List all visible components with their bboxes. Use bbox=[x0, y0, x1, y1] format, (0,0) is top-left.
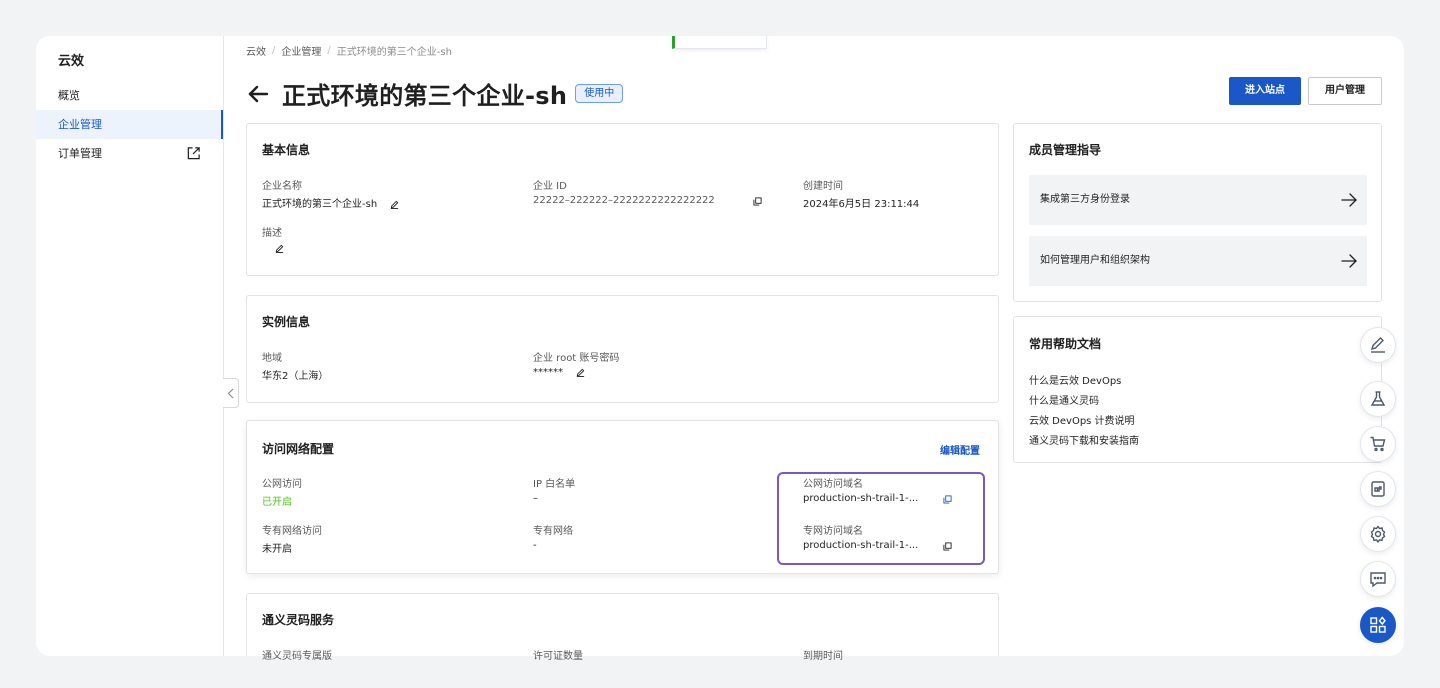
back-arrow-icon[interactable] bbox=[246, 82, 270, 106]
doc-link-lingma[interactable]: 什么是通义灵码 bbox=[1029, 392, 1099, 407]
public-access-label: 公网访问 bbox=[262, 479, 302, 490]
card-title: 基本信息 bbox=[262, 143, 311, 157]
sidebar-item-orders[interactable]: 订单管理 bbox=[36, 139, 223, 168]
enterprise-name-value: 正式环境的第三个企业-sh bbox=[262, 195, 399, 210]
license-count-label: 许可证数量 bbox=[533, 651, 583, 662]
breadcrumb: 云效 / 企业管理 / 正式环境的第三个企业-sh bbox=[246, 43, 452, 58]
public-access-value: 已开启 bbox=[262, 497, 292, 508]
breadcrumb-current: 正式环境的第三个企业-sh bbox=[336, 47, 452, 58]
page-header: 正式环境的第三个企业-sh 使用中 bbox=[246, 76, 624, 111]
vpc-value: - bbox=[533, 540, 537, 551]
enterprise-name-label: 企业名称 bbox=[262, 181, 302, 192]
ip-whitelist-label: IP 白名单 bbox=[533, 479, 576, 490]
gear-icon bbox=[1370, 525, 1386, 543]
card-title: 访问网络配置 bbox=[262, 442, 335, 456]
arrow-right-icon bbox=[1341, 193, 1357, 207]
lingma-edition-label: 通义灵码专属版 bbox=[262, 651, 332, 662]
root-password-value: ****** bbox=[533, 367, 585, 378]
api-tool-button[interactable] bbox=[1360, 471, 1396, 507]
vpc-access-value: 未开启 bbox=[262, 544, 292, 555]
edit-icon[interactable] bbox=[275, 244, 284, 253]
doc-link-devops[interactable]: 什么是云效 DevOps bbox=[1029, 372, 1121, 387]
vpc-access-label: 专有网络访问 bbox=[262, 526, 322, 537]
breadcrumb-separator: / bbox=[272, 45, 276, 56]
cart-icon bbox=[1370, 436, 1386, 452]
card-title: 成员管理指导 bbox=[1029, 143, 1102, 157]
flask-icon bbox=[1370, 391, 1386, 406]
edit-icon[interactable] bbox=[390, 200, 399, 209]
enterprise-name-text: 正式环境的第三个企业-sh bbox=[262, 199, 378, 210]
enter-site-button[interactable]: 进入站点 bbox=[1229, 77, 1301, 105]
feedback-tool-button[interactable] bbox=[1360, 561, 1396, 597]
doc-link-billing[interactable]: 云效 DevOps 计费说明 bbox=[1029, 412, 1135, 427]
description-label: 描述 bbox=[262, 228, 282, 239]
basic-info-card: 基本信息 企业名称 正式环境的第三个企业-sh 企业 ID 22222–2222… bbox=[246, 123, 999, 276]
domain-highlight-box bbox=[777, 472, 985, 565]
region-value: 华东2（上海） bbox=[262, 371, 329, 382]
api-icon bbox=[1371, 481, 1385, 497]
created-time-value: 2024年6月5日 23:11:44 bbox=[803, 199, 920, 210]
external-link-icon[interactable] bbox=[186, 146, 201, 161]
card-title: 实例信息 bbox=[262, 315, 311, 329]
sidebar-item-overview[interactable]: 概览 bbox=[36, 81, 223, 110]
edit-icon bbox=[1370, 337, 1385, 353]
sidebar-title: 云效 bbox=[58, 54, 85, 69]
edit-tool-button[interactable] bbox=[1360, 327, 1396, 363]
created-time-label: 创建时间 bbox=[803, 181, 843, 192]
card-title: 通义灵码服务 bbox=[262, 613, 335, 627]
copy-icon[interactable] bbox=[753, 197, 762, 206]
cart-tool-button[interactable] bbox=[1360, 426, 1396, 462]
card-title: 常用帮助文档 bbox=[1029, 337, 1102, 351]
lingma-service-card: 通义灵码服务 通义灵码专属版 许可证数量 到期时间 bbox=[246, 593, 999, 662]
sidebar-item-label: 订单管理 bbox=[58, 147, 102, 160]
doc-link-download[interactable]: 通义灵码下载和安装指南 bbox=[1029, 432, 1139, 447]
enterprise-id-value: 22222–222222–2222222222222222 bbox=[533, 195, 715, 206]
sidebar-collapse-toggle[interactable] bbox=[223, 378, 239, 408]
enterprise-id-label: 企业 ID bbox=[533, 181, 567, 192]
expiry-time-label: 到期时间 bbox=[803, 651, 843, 662]
chevron-left-icon bbox=[227, 388, 234, 398]
arrow-right-icon bbox=[1341, 254, 1357, 268]
breadcrumb-item-enterprise[interactable]: 企业管理 bbox=[281, 43, 321, 58]
edit-icon[interactable] bbox=[576, 368, 585, 377]
help-docs-card: 常用帮助文档 什么是云效 DevOps 什么是通义灵码 云效 DevOps 计费… bbox=[1013, 316, 1382, 463]
root-password-text: ****** bbox=[533, 367, 563, 378]
apps-tool-button[interactable] bbox=[1360, 607, 1396, 643]
sidebar-item-enterprise[interactable]: 企业管理 bbox=[36, 110, 223, 139]
region-label: 地域 bbox=[262, 353, 282, 364]
breadcrumb-item-yunxiao[interactable]: 云效 bbox=[246, 43, 266, 58]
apps-icon bbox=[1370, 616, 1386, 633]
guide-item-third-party-login[interactable]: 集成第三方身份登录 bbox=[1029, 175, 1367, 225]
status-badge: 使用中 bbox=[575, 84, 624, 103]
guide-item-label: 如何管理用户和组织架构 bbox=[1040, 255, 1150, 266]
toast-notification bbox=[672, 36, 767, 49]
lab-tool-button[interactable] bbox=[1360, 381, 1396, 417]
edit-config-link[interactable]: 编辑配置 bbox=[940, 442, 980, 457]
vpc-label: 专有网络 bbox=[533, 526, 573, 537]
page-title: 正式环境的第三个企业-sh bbox=[282, 82, 568, 110]
ip-whitelist-value: – bbox=[533, 493, 538, 504]
sidebar: 云效 概览 企业管理 订单管理 bbox=[36, 36, 224, 656]
instance-info-card: 实例信息 地域 华东2（上海） 企业 root 账号密码 ****** bbox=[246, 295, 999, 403]
member-guide-card: 成员管理指导 集成第三方身份登录 如何管理用户和组织架构 bbox=[1013, 123, 1382, 302]
feedback-icon bbox=[1370, 572, 1386, 588]
user-management-button[interactable]: 用户管理 bbox=[1308, 77, 1382, 105]
breadcrumb-separator: / bbox=[327, 45, 331, 56]
guide-item-label: 集成第三方身份登录 bbox=[1040, 194, 1130, 205]
settings-tool-button[interactable] bbox=[1360, 516, 1396, 552]
root-password-label: 企业 root 账号密码 bbox=[533, 353, 620, 364]
guide-item-manage-users[interactable]: 如何管理用户和组织架构 bbox=[1029, 236, 1367, 286]
